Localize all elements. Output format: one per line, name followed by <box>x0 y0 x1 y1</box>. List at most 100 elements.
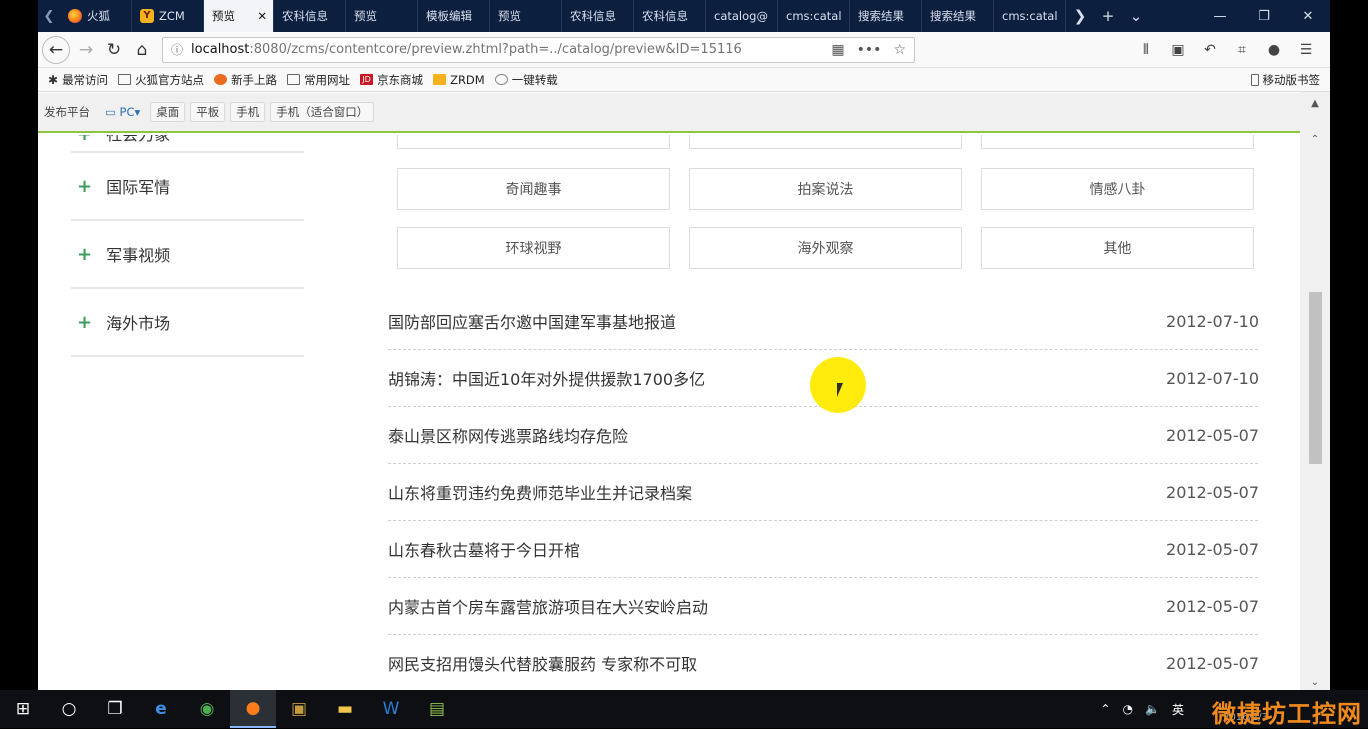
restore-icon[interactable]: ❐ <box>1242 9 1286 24</box>
new-tab-icon[interactable]: + <box>1094 7 1122 25</box>
tablet-button[interactable]: 平板 <box>190 102 226 122</box>
chevron-up-icon[interactable]: ⌃ <box>1100 702 1110 716</box>
news-row[interactable]: 山东将重罚违约免费师范毕业生并记录档案 2012-05-07 <box>388 464 1259 521</box>
sidebar-item[interactable]: + 国际军情 <box>71 153 304 221</box>
minimize-icon[interactable]: — <box>1198 9 1242 24</box>
edge-icon[interactable]: e <box>138 690 184 728</box>
category-button[interactable]: 拍案说法 <box>689 168 962 210</box>
tab-active[interactable]: 预览 ✕ <box>204 0 274 32</box>
news-title[interactable]: 国防部回应塞舌尔邀中国建军事基地报道 <box>388 309 676 333</box>
news-title[interactable]: 胡锦涛：中国近10年对外提供援款1700多亿 <box>388 366 705 390</box>
category-button[interactable]: 奇闻趣事 <box>397 168 670 210</box>
scrollbar-thumb[interactable] <box>1309 292 1322 464</box>
close-tab-icon[interactable]: ✕ <box>257 9 267 23</box>
bookmark-item[interactable]: ZRDM <box>433 73 485 87</box>
tab[interactable]: 模板编辑 <box>418 0 490 32</box>
category-button[interactable] <box>397 135 670 149</box>
bookmark-item[interactable]: 新手上路 <box>214 72 277 88</box>
tab[interactable]: 预览 <box>346 0 418 32</box>
url-text[interactable]: localhost:8080/zcms/contentcore/preview.… <box>191 42 819 57</box>
browser-360-icon[interactable]: ◉ <box>184 690 230 728</box>
sidebar-item[interactable]: + 海外市场 <box>71 289 304 357</box>
file-explorer-icon[interactable]: ▬ <box>322 690 368 728</box>
news-title[interactable]: 内蒙古首个房车露营旅游项目在大兴安岭启动 <box>388 594 708 618</box>
windows-start-icon[interactable]: ⊞ <box>0 690 46 728</box>
category-button[interactable]: 环球视野 <box>397 227 670 269</box>
site-info-icon[interactable]: ⓘ <box>171 41 183 58</box>
tab-scroll-left-icon[interactable]: ❮ <box>38 9 60 24</box>
news-date: 2012-05-07 <box>1166 482 1259 502</box>
reload-button[interactable]: ↻ <box>100 36 128 64</box>
firefox-icon[interactable]: ● <box>230 690 276 728</box>
news-row[interactable]: 内蒙古首个房车露营旅游项目在大兴安岭启动 2012-05-07 <box>388 578 1259 635</box>
url-bar[interactable]: ⓘ localhost:8080/zcms/contentcore/previe… <box>162 36 915 63</box>
library-icon[interactable]: ⫴ <box>1130 42 1162 58</box>
tab[interactable]: 预览 <box>490 0 562 32</box>
desktop-button[interactable]: 桌面 <box>150 102 186 122</box>
tab[interactable]: 农科信息 <box>634 0 706 32</box>
tab[interactable]: cms:catal <box>778 0 850 32</box>
editor-icon[interactable]: ▤ <box>414 690 460 728</box>
scroll-down-icon[interactable]: ⌄ <box>1300 677 1330 688</box>
input-language[interactable]: 英 <box>1172 701 1184 718</box>
app-icon[interactable]: ▣ <box>276 690 322 728</box>
tab[interactable]: cms:catal <box>994 0 1066 32</box>
page-actions-icon[interactable]: ••• <box>857 42 882 58</box>
bookmark-item[interactable]: ✱ 最常访问 <box>48 72 108 88</box>
phone-button[interactable]: 手机 <box>230 102 266 122</box>
bookmark-item[interactable]: 火狐官方站点 <box>118 72 204 88</box>
category-button[interactable]: 情感八卦 <box>981 168 1254 210</box>
category-button[interactable] <box>689 135 962 149</box>
word-icon[interactable]: W <box>368 690 414 728</box>
news-title[interactable]: 泰山景区称网传逃票路线均存危险 <box>388 423 628 447</box>
tab[interactable]: Y ZCM <box>132 0 204 32</box>
back-button[interactable]: ← <box>42 35 70 64</box>
tab-scroll-right-icon[interactable]: ❯ <box>1066 7 1094 25</box>
sidebar-icon[interactable]: ▣ <box>1162 42 1194 58</box>
qr-code-icon[interactable]: ▦ <box>831 42 844 58</box>
tab[interactable]: 搜索结果 <box>922 0 994 32</box>
news-title[interactable]: 网民支招用馒头代替胶囊服药 专家称不可取 <box>388 651 697 675</box>
task-view-icon[interactable]: ❐ <box>92 690 138 728</box>
forward-button[interactable]: → <box>72 36 100 64</box>
scroll-up-icon[interactable]: ▲ <box>1300 98 1330 109</box>
network-icon[interactable]: ◔ <box>1123 702 1133 716</box>
undo-icon[interactable]: ↶ <box>1194 42 1226 58</box>
tab[interactable]: 火狐 <box>60 0 132 32</box>
news-title[interactable]: 山东春秋古墓将于今日开棺 <box>388 537 580 561</box>
news-row[interactable]: 网民支招用馒头代替胶囊服药 专家称不可取 2012-05-07 <box>388 635 1259 690</box>
close-window-icon[interactable]: ✕ <box>1286 9 1330 24</box>
phone-fit-button[interactable]: 手机（适合窗口） <box>270 102 375 122</box>
category-button[interactable]: 其他 <box>981 227 1254 269</box>
category-button[interactable] <box>981 135 1254 149</box>
search-icon[interactable]: ○ <box>46 690 92 728</box>
tab[interactable]: 农科信息 <box>562 0 634 32</box>
volume-icon[interactable]: 🔈 <box>1145 702 1160 716</box>
bookmark-star-icon[interactable]: ☆ <box>893 42 906 58</box>
menu-icon[interactable]: ☰ <box>1290 42 1322 58</box>
scroll-up-icon[interactable]: ⌃ <box>1300 134 1330 145</box>
plus-icon: + <box>77 135 92 145</box>
tab-list-chevron-down-icon[interactable]: ⌄ <box>1122 7 1150 25</box>
mobile-bookmarks[interactable]: 移动版书签 <box>1250 72 1320 88</box>
home-button[interactable]: ⌂ <box>128 36 156 64</box>
bookmark-item[interactable]: JD 京东商城 <box>360 72 423 88</box>
news-row[interactable]: 国防部回应塞舌尔邀中国建军事基地报道 2012-07-10 <box>388 293 1259 350</box>
bookmark-item[interactable]: 一键转载 <box>494 72 558 88</box>
sidebar-item[interactable]: +社会力象 <box>71 135 304 153</box>
news-row[interactable]: 泰山景区称网传逃票路线均存危险 2012-05-07 <box>388 407 1259 464</box>
sidebar-item[interactable]: + 军事视频 <box>71 221 304 289</box>
tab[interactable]: catalog@ <box>706 0 778 32</box>
bookmark-item[interactable]: 常用网址 <box>287 72 350 88</box>
pc-dropdown[interactable]: ▭ PC ▾ <box>100 102 145 122</box>
tab[interactable]: 农科信息 <box>274 0 346 32</box>
page-content: +社会力象 +国际军情 +军事视频 +海外市场 奇闻趣事 拍案说法 情感八卦 环… <box>38 135 1300 690</box>
news-title[interactable]: 山东将重罚违约免费师范毕业生并记录档案 <box>388 480 692 504</box>
page-scrollbar[interactable]: ▲ ⌃ ⌄ <box>1300 92 1330 690</box>
category-button[interactable]: 海外观察 <box>689 227 962 269</box>
screenshot-icon[interactable]: ⌗ <box>1226 42 1258 58</box>
tab-strip: ❮ 火狐 Y ZCM 预览 ✕ 农科信息 预览 模板编辑 预览 农科信息 农科信息 … <box>38 0 1330 32</box>
news-row[interactable]: 山东春秋古墓将于今日开棺 2012-05-07 <box>388 521 1259 578</box>
tab[interactable]: 搜索结果 <box>850 0 922 32</box>
chat-icon[interactable]: ● <box>1258 42 1290 58</box>
